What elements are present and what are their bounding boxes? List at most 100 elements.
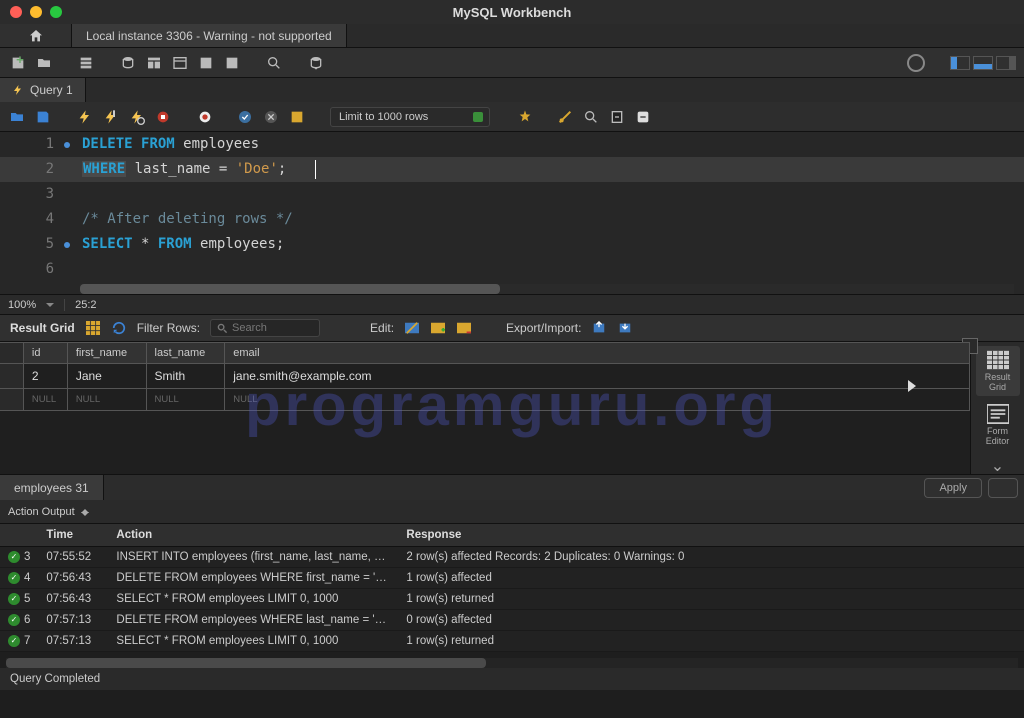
toggle-bottom-panel-button[interactable] bbox=[973, 56, 993, 70]
toggle-left-panel-button[interactable] bbox=[950, 56, 970, 70]
ao-header-blank bbox=[0, 524, 38, 547]
status-bar: Query Completed bbox=[0, 668, 1024, 690]
import-icon[interactable] bbox=[617, 320, 633, 336]
editor-horizontal-scrollbar[interactable] bbox=[80, 284, 1014, 294]
chevron-down-icon[interactable]: ⌄ bbox=[991, 456, 1004, 476]
cell[interactable]: jane.smith@example.com bbox=[225, 364, 970, 389]
invisible-chars-icon[interactable] bbox=[582, 108, 600, 126]
cell-null[interactable]: NULL bbox=[146, 389, 225, 411]
result-tab-label: employees 31 bbox=[14, 481, 89, 495]
home-tab[interactable] bbox=[0, 24, 72, 47]
status-ok-icon bbox=[8, 614, 20, 626]
cell-null[interactable]: NULL bbox=[225, 389, 970, 411]
line-number: 4 bbox=[0, 207, 60, 232]
new-sql-tab-icon[interactable] bbox=[8, 53, 28, 73]
no-limit-icon[interactable] bbox=[196, 108, 214, 126]
execute-icon[interactable] bbox=[76, 108, 94, 126]
column-header[interactable]: last_name bbox=[146, 343, 225, 364]
window-titlebar: MySQL Workbench bbox=[0, 0, 1024, 24]
side-label: Result Grid bbox=[985, 372, 1011, 392]
result-tab[interactable]: employees 31 bbox=[0, 475, 104, 500]
line-number: 6 bbox=[0, 257, 60, 282]
column-header[interactable]: first_name bbox=[67, 343, 146, 364]
delete-row-icon[interactable] bbox=[456, 320, 472, 336]
sql-editor[interactable]: 1 DELETE FROM employees 2 WHERE last_nam… bbox=[0, 132, 1024, 294]
column-header[interactable]: id bbox=[23, 343, 67, 364]
autocommit-icon[interactable] bbox=[288, 108, 306, 126]
filter-rows-input[interactable]: Search bbox=[210, 319, 320, 337]
export-import-label: Export/Import: bbox=[506, 321, 581, 335]
apply-button[interactable]: Apply bbox=[924, 478, 982, 498]
cell-null[interactable]: NULL bbox=[23, 389, 67, 411]
commit-icon[interactable] bbox=[236, 108, 254, 126]
status-text: Query Completed bbox=[10, 673, 100, 685]
db-create-schema-icon[interactable] bbox=[118, 53, 138, 73]
line-number: 2 bbox=[0, 157, 60, 182]
zoom-level[interactable]: 100% bbox=[8, 299, 36, 311]
status-ok-icon bbox=[8, 572, 20, 584]
table-row-null[interactable]: NULL NULL NULL NULL bbox=[0, 389, 970, 411]
db-reconnect-icon[interactable] bbox=[306, 53, 326, 73]
line-number: 3 bbox=[0, 182, 60, 207]
explain-icon[interactable] bbox=[128, 108, 146, 126]
result-grid[interactable]: id first_name last_name email 2 Jane Smi… bbox=[0, 342, 970, 474]
open-file-icon[interactable] bbox=[8, 108, 26, 126]
line-number: 5 bbox=[0, 232, 60, 257]
cell-null[interactable]: NULL bbox=[67, 389, 146, 411]
query-tab[interactable]: Query 1 bbox=[0, 78, 86, 102]
cell[interactable]: Smith bbox=[146, 364, 225, 389]
ao-header-action[interactable]: Action bbox=[108, 524, 398, 547]
db-search-icon[interactable] bbox=[264, 53, 284, 73]
db-create-view-icon[interactable] bbox=[170, 53, 190, 73]
db-create-procedure-icon[interactable] bbox=[196, 53, 216, 73]
cell[interactable]: 2 bbox=[23, 364, 67, 389]
cursor-position: 25:2 bbox=[75, 299, 96, 311]
connection-tab[interactable]: Local instance 3306 - Warning - not supp… bbox=[72, 24, 347, 47]
action-output-row[interactable]: 507:56:43SELECT * FROM employees LIMIT 0… bbox=[0, 589, 1024, 610]
db-create-function-icon[interactable] bbox=[222, 53, 242, 73]
snippet-icon[interactable] bbox=[634, 108, 652, 126]
editor-status-bar: 100% 25:2 bbox=[0, 294, 1024, 314]
add-row-icon[interactable] bbox=[430, 320, 446, 336]
revert-button[interactable] bbox=[988, 478, 1018, 498]
edit-row-icon[interactable] bbox=[404, 320, 420, 336]
open-sql-file-icon[interactable] bbox=[34, 53, 54, 73]
filter-placeholder: Search bbox=[232, 322, 267, 334]
action-output-header[interactable]: Action Output bbox=[0, 500, 1024, 524]
toggle-right-panel-button[interactable] bbox=[996, 56, 1016, 70]
action-output-row[interactable]: 307:55:52INSERT INTO employees (first_na… bbox=[0, 547, 1024, 568]
side-form-editor-button[interactable]: Form Editor bbox=[976, 400, 1020, 450]
row-limit-select[interactable]: Limit to 1000 rows bbox=[330, 107, 490, 127]
side-result-grid-button[interactable]: Result Grid bbox=[976, 346, 1020, 396]
filter-rows-label: Filter Rows: bbox=[137, 321, 200, 335]
action-output-row[interactable]: 407:56:43DELETE FROM employees WHERE fir… bbox=[0, 568, 1024, 589]
connection-tab-label: Local instance 3306 - Warning - not supp… bbox=[86, 29, 332, 43]
result-grid-icon[interactable] bbox=[85, 320, 101, 336]
export-icon[interactable] bbox=[591, 320, 607, 336]
rollback-icon[interactable] bbox=[262, 108, 280, 126]
ao-header-time[interactable]: Time bbox=[38, 524, 108, 547]
output-horizontal-scrollbar[interactable] bbox=[6, 658, 1018, 668]
connection-tab-strip: Local instance 3306 - Warning - not supp… bbox=[0, 24, 1024, 48]
result-toolbar: Result Grid Filter Rows: Search Edit: Ex… bbox=[0, 314, 1024, 342]
action-output-row[interactable]: 607:57:13DELETE FROM employees WHERE las… bbox=[0, 610, 1024, 631]
table-row[interactable]: 2 Jane Smith jane.smith@example.com bbox=[0, 364, 970, 389]
result-bottom-bar: employees 31 Apply bbox=[0, 474, 1024, 500]
inspector-icon[interactable] bbox=[76, 53, 96, 73]
refresh-icon[interactable] bbox=[111, 320, 127, 336]
settings-icon[interactable] bbox=[906, 53, 926, 73]
execute-current-icon[interactable] bbox=[102, 108, 120, 126]
action-output-row[interactable]: 707:57:13SELECT * FROM employees LIMIT 0… bbox=[0, 631, 1024, 652]
stop-icon[interactable] bbox=[154, 108, 172, 126]
db-create-table-icon[interactable] bbox=[144, 53, 164, 73]
find-icon[interactable] bbox=[556, 108, 574, 126]
ao-header-response[interactable]: Response bbox=[398, 524, 1024, 547]
cell[interactable]: Jane bbox=[67, 364, 146, 389]
column-header[interactable]: email bbox=[225, 343, 970, 364]
save-file-icon[interactable] bbox=[34, 108, 52, 126]
row-limit-label: Limit to 1000 rows bbox=[339, 111, 428, 123]
zoom-dropdown-icon[interactable] bbox=[46, 301, 54, 309]
beautify-icon[interactable] bbox=[516, 108, 534, 126]
wrap-icon[interactable] bbox=[608, 108, 626, 126]
expand-side-caret-icon[interactable] bbox=[908, 380, 916, 392]
